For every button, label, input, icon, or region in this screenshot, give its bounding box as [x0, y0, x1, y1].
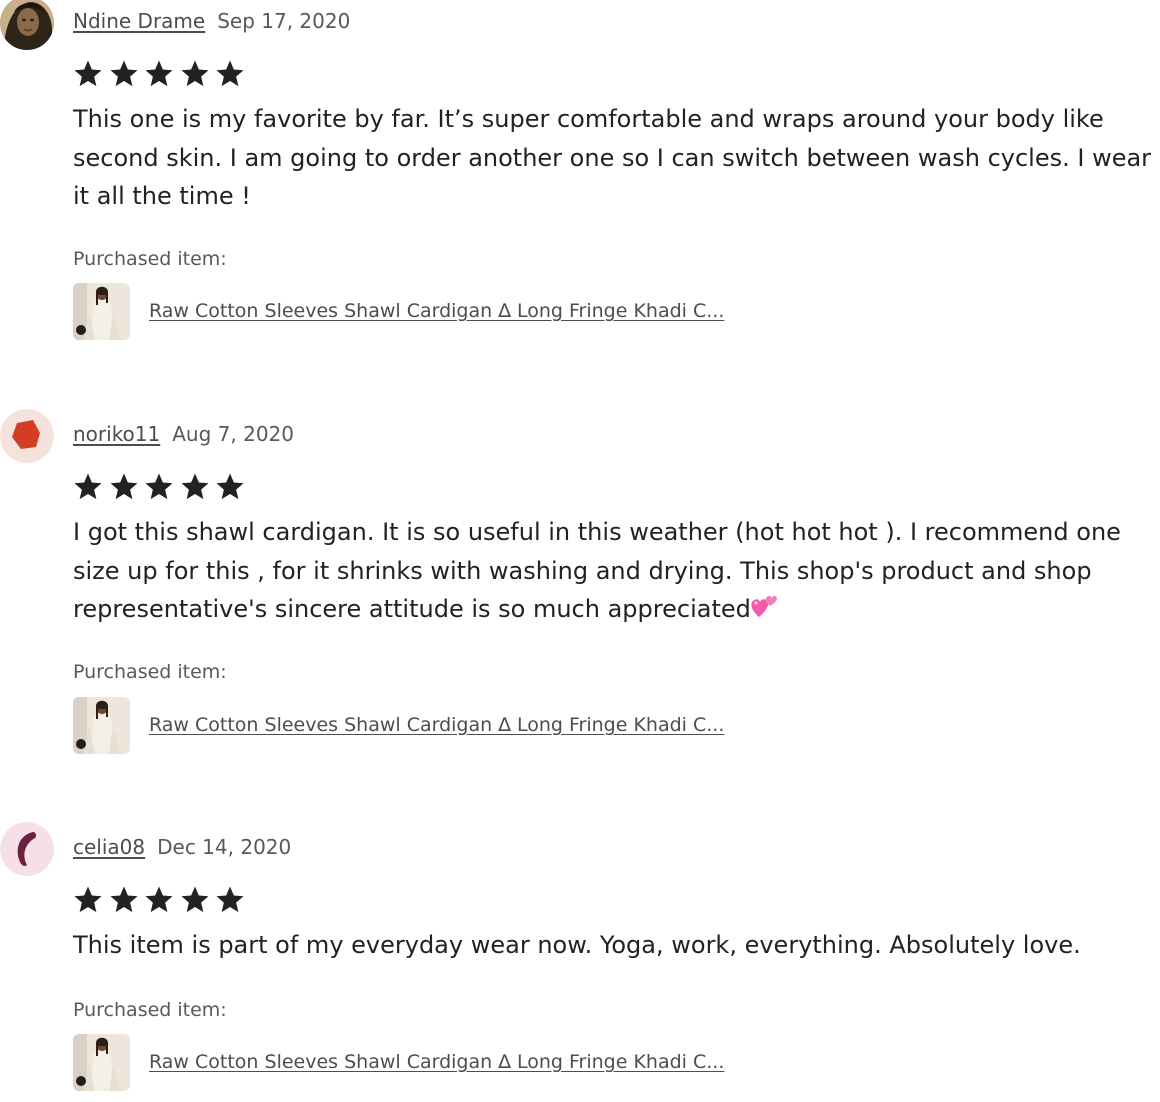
- product-thumbnail[interactable]: [73, 1033, 130, 1091]
- reviewer-avatar-purple-crescent[interactable]: [0, 822, 54, 876]
- purchased-item-link[interactable]: Raw Cotton Sleeves Shawl Cardigan ∆ Long…: [73, 696, 724, 754]
- star-rating: [73, 885, 251, 917]
- purchased-item-label: Purchased item:: [73, 248, 227, 270]
- star-icon: [109, 59, 139, 89]
- purchased-item-label: Purchased item:: [73, 661, 227, 683]
- review-date: Aug 7, 2020: [172, 422, 294, 446]
- star-icon: [215, 885, 245, 915]
- reviewer-avatar-red-hexagon[interactable]: [0, 409, 54, 463]
- review-date: Sep 17, 2020: [217, 9, 351, 33]
- star-icon: [109, 885, 139, 915]
- review-meta: Ndine Drame Sep 17, 2020: [73, 7, 350, 35]
- star-icon: [215, 59, 245, 89]
- two-hearts-emoji-icon: [749, 591, 779, 621]
- purchased-item-link[interactable]: Raw Cotton Sleeves Shawl Cardigan ∆ Long…: [73, 282, 724, 340]
- star-icon: [109, 472, 139, 502]
- star-icon: [73, 885, 103, 915]
- review-meta: noriko11 Aug 7, 2020: [73, 420, 294, 448]
- product-thumbnail[interactable]: [73, 282, 130, 340]
- reviewer-name-link[interactable]: noriko11: [73, 422, 160, 446]
- product-title-link[interactable]: Raw Cotton Sleeves Shawl Cardigan ∆ Long…: [149, 1049, 724, 1075]
- reviewer-name-link[interactable]: Ndine Drame: [73, 9, 205, 33]
- star-icon: [144, 472, 174, 502]
- star-icon: [180, 472, 210, 502]
- review-text: This item is part of my everyday wear no…: [73, 931, 1081, 959]
- review-text: I got this shawl cardigan. It is so usef…: [73, 513, 1160, 629]
- review-meta: celia08 Dec 14, 2020: [73, 833, 291, 861]
- reviewer-name-link[interactable]: celia08: [73, 835, 145, 859]
- review-text-content: I got this shawl cardigan. It is so usef…: [73, 518, 1121, 623]
- product-title-link[interactable]: Raw Cotton Sleeves Shawl Cardigan ∆ Long…: [149, 712, 724, 738]
- purchased-item-label: Purchased item:: [73, 999, 227, 1021]
- star-icon: [144, 885, 174, 915]
- review-date: Dec 14, 2020: [157, 835, 292, 859]
- reviewer-avatar-photo[interactable]: [0, 0, 54, 50]
- star-icon: [73, 472, 103, 502]
- star-icon: [215, 472, 245, 502]
- star-rating: [73, 59, 251, 91]
- product-thumbnail[interactable]: [73, 696, 130, 754]
- star-icon: [73, 59, 103, 89]
- product-title-link[interactable]: Raw Cotton Sleeves Shawl Cardigan ∆ Long…: [149, 298, 724, 324]
- star-icon: [144, 59, 174, 89]
- review-text: This one is my favorite by far. It’s sup…: [73, 105, 1152, 210]
- star-rating: [73, 472, 251, 504]
- star-icon: [180, 59, 210, 89]
- purchased-item-link[interactable]: Raw Cotton Sleeves Shawl Cardigan ∆ Long…: [73, 1033, 724, 1091]
- star-icon: [180, 885, 210, 915]
